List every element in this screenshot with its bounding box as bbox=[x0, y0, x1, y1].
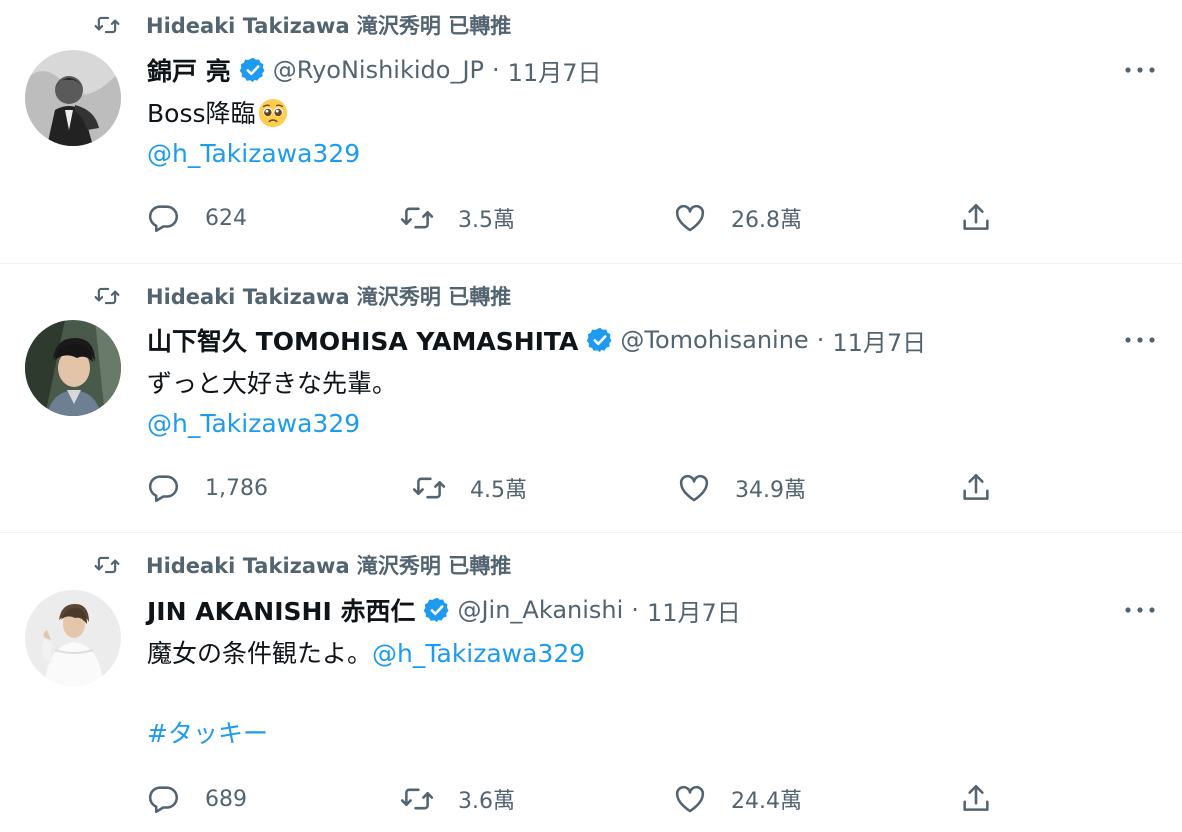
verified-badge-icon bbox=[424, 597, 450, 623]
share-icon bbox=[963, 784, 989, 811]
separator-dot: · bbox=[492, 56, 500, 84]
retweet-button[interactable]: 3.6萬 bbox=[400, 779, 515, 819]
tweet[interactable]: Hideaki Takizawa 滝沢秀明 已轉推 錦戸 亮 @RyoNishi… bbox=[0, 0, 1182, 263]
tweet-date[interactable]: 11月7日 bbox=[832, 323, 926, 358]
retweet-icon bbox=[400, 207, 434, 229]
share-button[interactable] bbox=[959, 198, 993, 238]
author-handle[interactable]: @Jin_Akanishi bbox=[457, 596, 623, 624]
retweet-icon bbox=[94, 556, 120, 574]
author-handle[interactable]: @Tomohisanine bbox=[620, 326, 808, 354]
retweeted-by-label[interactable]: Hideaki Takizawa 滝沢秀明 已轉推 bbox=[146, 281, 511, 311]
avatar[interactable] bbox=[25, 320, 121, 416]
like-button[interactable]: 26.8萬 bbox=[673, 198, 802, 238]
tweet-text-line-2: @h_Takizawa329 bbox=[147, 406, 360, 442]
tweet-header: 山下智久 TOMOHISA YAMASHITA @Tomohisanine · … bbox=[147, 322, 926, 358]
share-button[interactable] bbox=[959, 779, 993, 819]
retweet-count: 3.5萬 bbox=[458, 208, 515, 233]
author-handle[interactable]: @RyoNishikido_JP bbox=[273, 56, 484, 84]
retweet-icon bbox=[412, 477, 446, 499]
retweet-icon bbox=[400, 788, 434, 810]
retweet-icon bbox=[94, 16, 120, 34]
tweet-header: 錦戸 亮 @RyoNishikido_JP · 11月7日 bbox=[147, 52, 601, 88]
pleading-face-icon bbox=[258, 98, 287, 128]
share-icon bbox=[963, 203, 989, 230]
more-options-icon[interactable] bbox=[1122, 600, 1158, 620]
tweet-text-line-2: @h_Takizawa329 bbox=[147, 136, 360, 172]
separator-dot: · bbox=[816, 326, 825, 354]
author-name[interactable]: JIN AKANISHI 赤西仁 bbox=[147, 592, 415, 628]
retweeted-by-label[interactable]: Hideaki Takizawa 滝沢秀明 已轉推 bbox=[146, 10, 511, 40]
tweet-text: ずっと大好きな先輩。 bbox=[147, 366, 397, 402]
tweet-date[interactable]: 11月7日 bbox=[508, 53, 602, 88]
like-count: 26.8萬 bbox=[731, 208, 802, 233]
retweet-button[interactable]: 3.5萬 bbox=[400, 198, 515, 238]
separator-dot: · bbox=[631, 596, 639, 624]
reply-count: 689 bbox=[205, 786, 247, 812]
tweet[interactable]: Hideaki Takizawa 滝沢秀明 已轉推 山下智久 TOMOHISA … bbox=[0, 264, 1182, 532]
tweet-text: 魔女の条件観たよ。@h_Takizawa329 bbox=[147, 636, 585, 672]
reply-button[interactable]: 624 bbox=[147, 198, 247, 238]
avatar[interactable] bbox=[25, 50, 121, 146]
tweet-text-plain: ずっと大好きな先輩。 bbox=[147, 369, 398, 398]
retweet-icon bbox=[94, 287, 120, 305]
mention-link[interactable]: @h_Takizawa329 bbox=[147, 139, 360, 168]
like-button[interactable]: 24.4萬 bbox=[673, 779, 802, 819]
retweet-context: Hideaki Takizawa 滝沢秀明 已轉推 bbox=[92, 550, 511, 580]
reply-icon bbox=[148, 205, 179, 233]
author-name[interactable]: 山下智久 TOMOHISA YAMASHITA bbox=[147, 322, 578, 358]
more-options-icon[interactable] bbox=[1122, 330, 1158, 350]
reply-icon bbox=[148, 786, 179, 814]
heart-icon bbox=[679, 474, 709, 502]
avatar[interactable] bbox=[25, 590, 121, 686]
verified-badge-icon bbox=[587, 327, 612, 353]
retweet-count: 4.5萬 bbox=[470, 478, 527, 503]
tweet-text: Boss降臨 bbox=[147, 96, 288, 132]
share-icon bbox=[963, 473, 989, 500]
retweet-button[interactable]: 4.5萬 bbox=[412, 468, 527, 508]
like-button[interactable]: 34.9萬 bbox=[677, 468, 806, 508]
retweet-count: 3.6萬 bbox=[458, 789, 515, 814]
retweeted-by-label[interactable]: Hideaki Takizawa 滝沢秀明 已轉推 bbox=[146, 550, 511, 580]
tweet-header: JIN AKANISHI 赤西仁 @Jin_Akanishi · 11月7日 bbox=[147, 592, 741, 628]
tweet-date[interactable]: 11月7日 bbox=[647, 593, 741, 628]
mention-link[interactable]: @h_Takizawa329 bbox=[372, 639, 585, 668]
heart-icon bbox=[675, 785, 705, 813]
reply-count: 1,786 bbox=[205, 475, 268, 501]
verified-badge-icon bbox=[239, 57, 265, 83]
hashtag-link[interactable]: #タッキー bbox=[147, 719, 268, 748]
retweet-context: Hideaki Takizawa 滝沢秀明 已轉推 bbox=[92, 10, 511, 40]
like-count: 24.4萬 bbox=[731, 789, 802, 814]
share-button[interactable] bbox=[959, 468, 993, 508]
reply-button[interactable]: 689 bbox=[147, 779, 247, 819]
author-name[interactable]: 錦戸 亮 bbox=[147, 52, 231, 88]
tweet-text-plain: Boss降臨 bbox=[147, 99, 256, 128]
like-count: 34.9萬 bbox=[735, 478, 806, 503]
heart-icon bbox=[675, 204, 705, 232]
more-options-icon[interactable] bbox=[1122, 60, 1158, 80]
tweet[interactable]: Hideaki Takizawa 滝沢秀明 已轉推 JIN AKANISHI 赤… bbox=[0, 533, 1182, 832]
reply-count: 624 bbox=[205, 205, 247, 231]
tweet-text-line-3: #タッキー bbox=[147, 716, 268, 752]
mention-link[interactable]: @h_Takizawa329 bbox=[147, 409, 360, 438]
reply-button[interactable]: 1,786 bbox=[147, 468, 268, 508]
tweet-text-plain: 魔女の条件観たよ。 bbox=[147, 639, 373, 668]
retweet-context: Hideaki Takizawa 滝沢秀明 已轉推 bbox=[92, 281, 511, 311]
reply-icon bbox=[148, 475, 179, 503]
